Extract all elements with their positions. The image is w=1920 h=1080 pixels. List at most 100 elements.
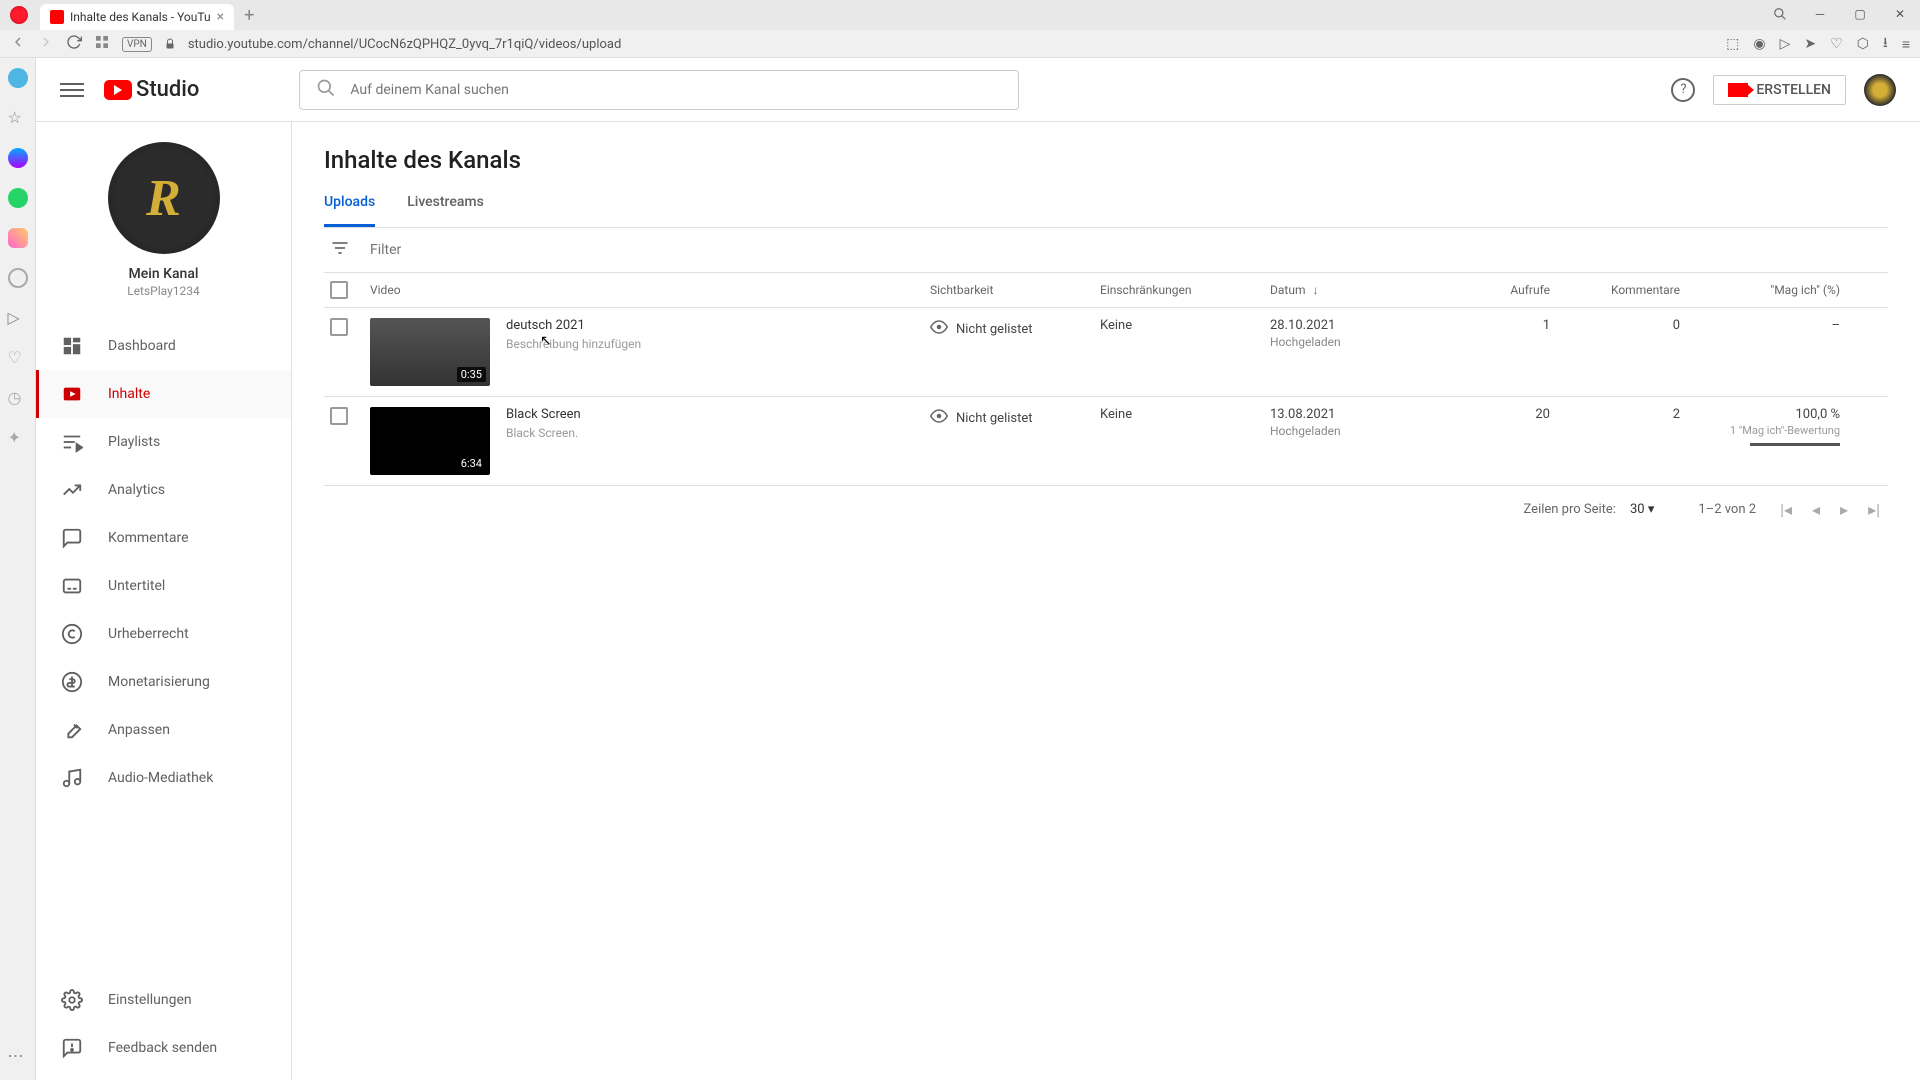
opera-icon[interactable] bbox=[10, 6, 28, 24]
bs-messenger-icon[interactable] bbox=[8, 148, 28, 168]
nav-label: Playlists bbox=[108, 434, 160, 450]
search-box[interactable] bbox=[299, 70, 1019, 110]
nav-label: Inhalte bbox=[108, 386, 150, 402]
bs-clock-icon[interactable]: ◷ bbox=[8, 388, 28, 408]
create-label: ERSTELLEN bbox=[1756, 82, 1831, 98]
addr-icon-play[interactable]: ▷ bbox=[1780, 36, 1791, 52]
bs-play-icon[interactable]: ▷ bbox=[8, 308, 28, 328]
rows-per-page-label: Zeilen pro Seite: bbox=[1524, 502, 1616, 517]
help-icon[interactable]: ? bbox=[1671, 78, 1695, 102]
bs-home-icon[interactable] bbox=[8, 68, 28, 88]
row-checkbox[interactable] bbox=[330, 407, 348, 425]
col-visibility[interactable]: Sichtbarkeit bbox=[930, 283, 1100, 297]
addr-icon-cube[interactable]: ⬡ bbox=[1857, 36, 1869, 52]
bs-star-icon[interactable]: ☆ bbox=[8, 108, 28, 128]
hamburger-menu[interactable] bbox=[60, 78, 84, 102]
create-button[interactable]: ERSTELLEN bbox=[1713, 75, 1846, 105]
addr-icon-send[interactable]: ➤ bbox=[1804, 36, 1816, 52]
likes-sub: 1 "Mag ich"-Bewertung bbox=[1680, 424, 1840, 437]
nav-item-settings[interactable]: Einstellungen bbox=[36, 976, 291, 1024]
nav-label: Kommentare bbox=[108, 530, 189, 546]
new-tab-button[interactable]: + bbox=[244, 5, 254, 26]
bs-circle-icon[interactable] bbox=[8, 268, 28, 288]
addr-icon-camera[interactable]: ◉ bbox=[1753, 36, 1765, 52]
minimize-button[interactable]: ─ bbox=[1800, 0, 1840, 28]
speed-dial-icon[interactable] bbox=[94, 34, 110, 54]
video-title[interactable]: Black Screen bbox=[506, 407, 581, 422]
next-page-button[interactable]: ▸ bbox=[1840, 500, 1848, 519]
first-page-button[interactable]: |◂ bbox=[1780, 500, 1792, 519]
browser-sidebar: ☆ ▷ ♡ ◷ ✦ ⋯ bbox=[0, 58, 36, 1080]
prev-page-button[interactable]: ◂ bbox=[1812, 500, 1820, 519]
close-icon[interactable]: × bbox=[217, 9, 224, 25]
addr-icon-1[interactable]: ⬚ bbox=[1726, 36, 1739, 52]
video-thumbnail[interactable]: 0:35 bbox=[370, 318, 490, 386]
nav-item-subtitles[interactable]: Untertitel bbox=[36, 562, 291, 610]
likes-cell: 100,0 % bbox=[1680, 407, 1840, 422]
vpn-badge[interactable]: VPN bbox=[122, 37, 152, 52]
table-row[interactable]: 0:35 deutsch 2021 Beschreibung hinzufüge… bbox=[324, 308, 1888, 397]
comments-cell: 2 bbox=[1550, 407, 1680, 422]
date-sub: Hochgeladen bbox=[1270, 424, 1440, 438]
bs-instagram-icon[interactable] bbox=[8, 228, 28, 248]
nav-item-comments[interactable]: Kommentare bbox=[36, 514, 291, 562]
addr-icon-menu[interactable]: ≡ bbox=[1902, 36, 1910, 53]
maximize-button[interactable]: ▢ bbox=[1840, 0, 1880, 28]
col-views[interactable]: Aufrufe bbox=[1440, 283, 1550, 297]
close-button[interactable]: ✕ bbox=[1880, 0, 1920, 28]
playlists-icon bbox=[60, 430, 84, 454]
left-nav: R Mein Kanal LetsPlay1234 Dashboard Inhal… bbox=[36, 122, 292, 1080]
col-likes[interactable]: "Mag ich" (%) bbox=[1680, 283, 1840, 297]
last-page-button[interactable]: ▸| bbox=[1868, 500, 1880, 519]
table-row[interactable]: 6:34 Black Screen Black Screen. Nicht ge… bbox=[324, 397, 1888, 486]
forward-button[interactable] bbox=[38, 34, 54, 54]
filter-icon[interactable] bbox=[330, 238, 350, 262]
nav-item-playlists[interactable]: Playlists bbox=[36, 418, 291, 466]
nav-item-customize[interactable]: Anpassen bbox=[36, 706, 291, 754]
table-header: Video Sichtbarkeit Einschränkungen Datum… bbox=[324, 273, 1888, 308]
nav-label: Dashboard bbox=[108, 338, 176, 354]
url-text[interactable]: studio.youtube.com/channel/UCocN6zQPHQZ_… bbox=[188, 37, 1714, 52]
search-input[interactable] bbox=[350, 82, 1002, 98]
nav-item-feedback[interactable]: Feedback senden bbox=[36, 1024, 291, 1072]
filter-input[interactable] bbox=[370, 242, 1882, 258]
channel-block: R Mein Kanal LetsPlay1234 bbox=[36, 122, 291, 314]
avatar[interactable]: R bbox=[1864, 74, 1896, 106]
tab-title: Inhalte des Kanals - YouTu bbox=[70, 10, 211, 24]
analytics-icon bbox=[60, 478, 84, 502]
lock-icon[interactable] bbox=[164, 35, 176, 54]
col-restrictions[interactable]: Einschränkungen bbox=[1100, 283, 1270, 297]
addr-icon-download[interactable]: ⭳ bbox=[1883, 32, 1888, 56]
browser-tab[interactable]: Inhalte des Kanals - YouTu × bbox=[40, 4, 234, 30]
tab-uploads[interactable]: Uploads bbox=[324, 194, 375, 227]
yt-studio-logo[interactable]: Studio bbox=[104, 77, 199, 102]
rows-per-page-select[interactable]: 30 ▾ bbox=[1626, 498, 1674, 521]
channel-avatar[interactable]: R bbox=[108, 142, 220, 254]
bs-more-icon[interactable]: ⋯ bbox=[8, 1046, 28, 1066]
likes-cell: – bbox=[1680, 318, 1840, 333]
nav-item-analytics[interactable]: Analytics bbox=[36, 466, 291, 514]
video-title[interactable]: deutsch 2021 bbox=[506, 318, 641, 333]
video-thumbnail[interactable]: 6:34 bbox=[370, 407, 490, 475]
nav-item-dashboard[interactable]: Dashboard bbox=[36, 322, 291, 370]
reload-button[interactable] bbox=[66, 34, 82, 54]
bs-heart-icon[interactable]: ♡ bbox=[8, 348, 28, 368]
comments-cell: 0 bbox=[1550, 318, 1680, 333]
nav-item-monetization[interactable]: Monetarisierung bbox=[36, 658, 291, 706]
nav-item-audio[interactable]: Audio-Mediathek bbox=[36, 754, 291, 802]
col-date[interactable]: Datum ↓ bbox=[1270, 283, 1440, 297]
addr-icon-heart[interactable]: ♡ bbox=[1830, 36, 1843, 52]
search-browser-icon[interactable] bbox=[1760, 0, 1800, 28]
select-all-checkbox[interactable] bbox=[330, 281, 348, 299]
tab-livestreams[interactable]: Livestreams bbox=[407, 194, 484, 227]
tab-bar: Inhalte des Kanals - YouTu × + ─ ▢ ✕ bbox=[0, 0, 1920, 30]
col-comments[interactable]: Kommentare bbox=[1550, 283, 1680, 297]
nav-item-copyright[interactable]: Urheberrecht bbox=[36, 610, 291, 658]
col-video[interactable]: Video bbox=[370, 283, 930, 297]
nav-item-content[interactable]: Inhalte bbox=[36, 370, 291, 418]
row-checkbox[interactable] bbox=[330, 318, 348, 336]
bs-lightbulb-icon[interactable]: ✦ bbox=[8, 428, 28, 448]
back-button[interactable] bbox=[10, 34, 26, 54]
bs-whatsapp-icon[interactable] bbox=[8, 188, 28, 208]
duration-badge: 6:34 bbox=[457, 456, 486, 471]
